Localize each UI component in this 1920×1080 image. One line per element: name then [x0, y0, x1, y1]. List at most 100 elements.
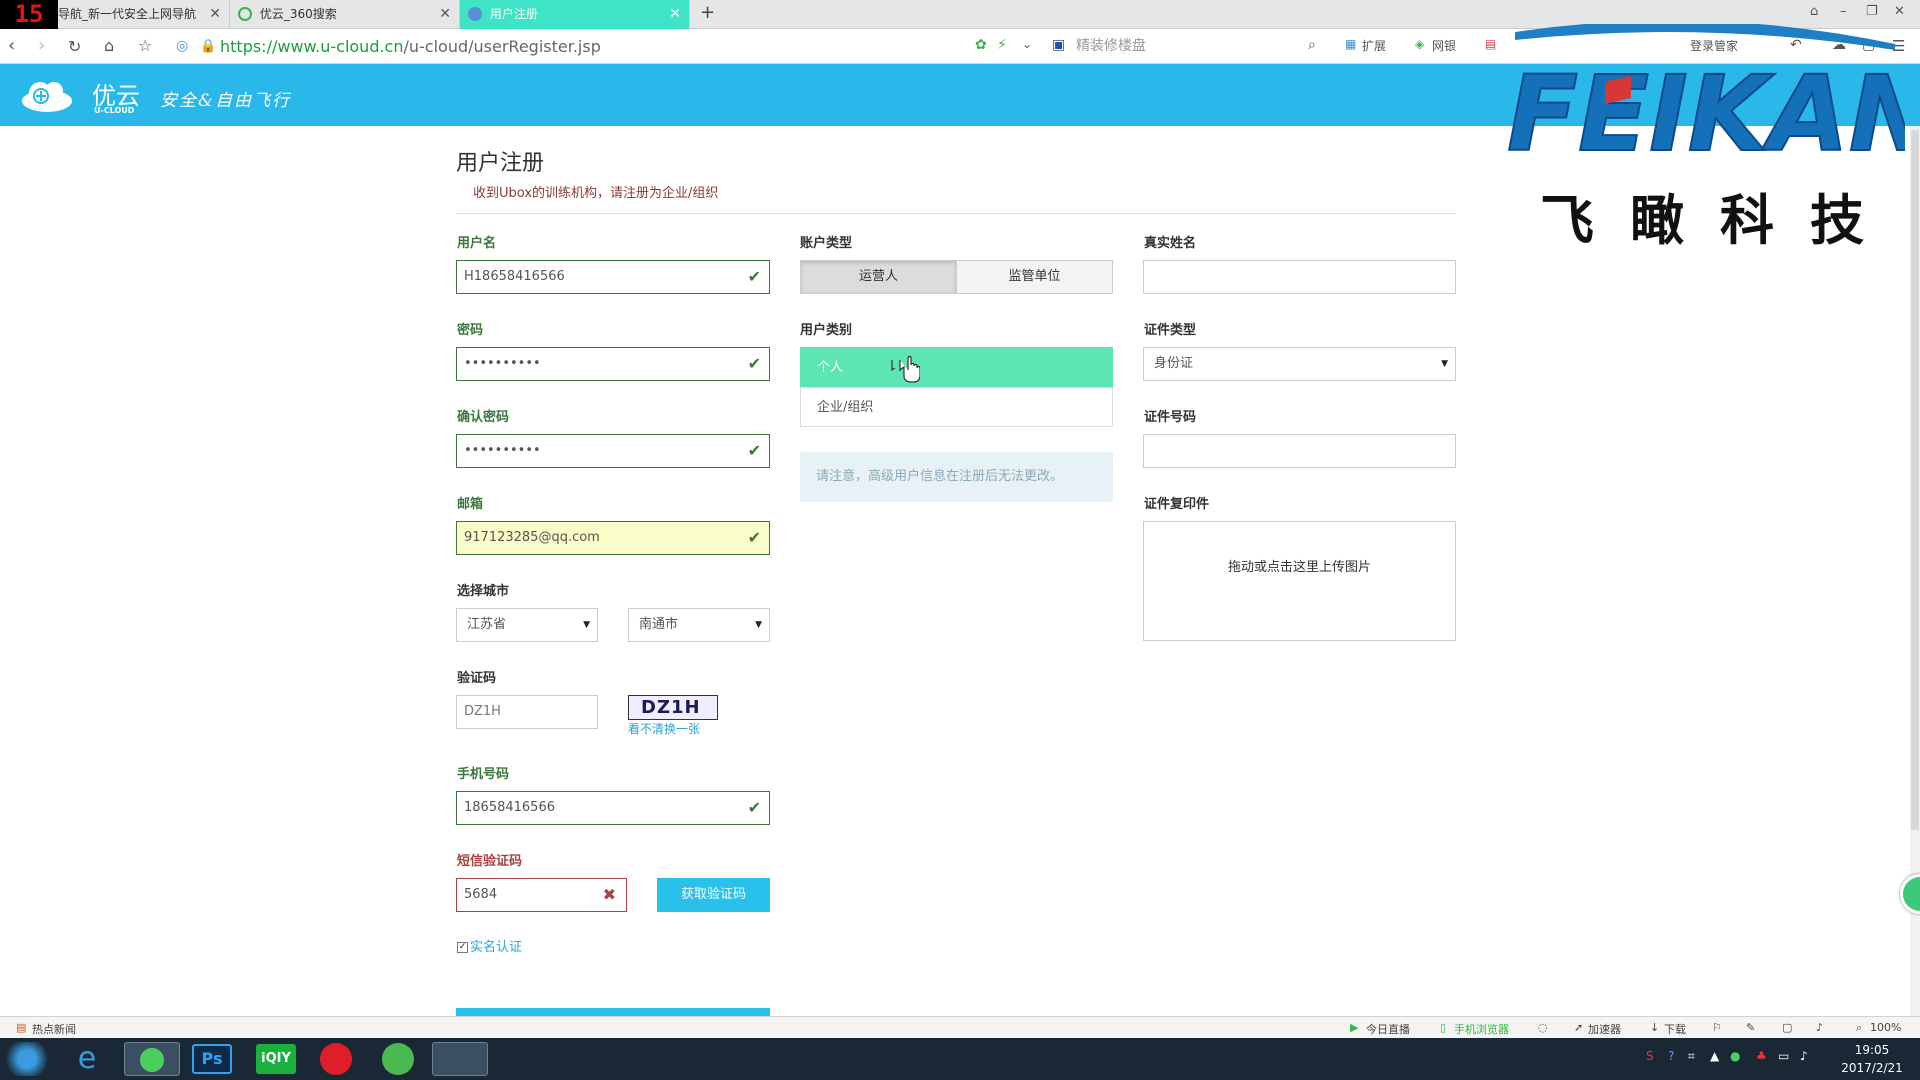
confirm-password-label: 确认密码: [457, 410, 510, 425]
checkbox-checked-icon[interactable]: ✓: [457, 942, 468, 953]
scrollbar-thumb[interactable]: [1911, 130, 1919, 830]
user-category-label: 用户类别: [800, 323, 853, 338]
help-icon[interactable]: ?: [1668, 1049, 1674, 1063]
edit-icon[interactable]: ✎: [1746, 1021, 1755, 1034]
password-input[interactable]: •••••••••• ✔: [456, 347, 770, 381]
real-name-input[interactable]: [1143, 260, 1456, 294]
captcha-image[interactable]: DZ1H: [628, 695, 718, 720]
clock[interactable]: 19:05 2017/2/21: [1832, 1041, 1912, 1077]
extend-icon: ▦: [1345, 37, 1357, 51]
iqiyi-icon[interactable]: iQIY: [256, 1044, 296, 1074]
id-type-label: 证件类型: [1144, 323, 1197, 338]
get-sms-code-button[interactable]: 获取验证码: [657, 878, 770, 912]
download-link[interactable]: 下载: [1664, 1021, 1686, 1037]
city-select[interactable]: 南通市 ▼: [628, 608, 770, 642]
dropdown-arrow-icon: ▼: [755, 620, 762, 630]
id-type-select[interactable]: 身份证 ▼: [1143, 347, 1456, 381]
check-icon: ✔: [747, 798, 761, 817]
tab-user-register[interactable]: 用户注册 ✕: [460, 0, 690, 29]
clean-icon[interactable]: ◌: [1538, 1021, 1548, 1034]
back-icon[interactable]: ‹: [8, 35, 15, 56]
refresh-icon[interactable]: ↻: [68, 37, 81, 56]
security-icon[interactable]: ♣: [1756, 1049, 1767, 1063]
accelerator-link[interactable]: 加速器: [1588, 1021, 1621, 1037]
tab-label: 用户注册: [489, 7, 538, 21]
floating-widget-icon[interactable]: [1900, 874, 1920, 914]
mobile-browser-link[interactable]: 手机浏览器: [1454, 1021, 1509, 1037]
account-type-operator[interactable]: 运营人: [800, 260, 957, 294]
url-field[interactable]: https://www.u-cloud.cn/u-cloud/userRegis…: [220, 37, 601, 56]
new-tab-icon[interactable]: +: [700, 2, 715, 23]
user-category-personal[interactable]: 个人: [800, 347, 1113, 387]
shirt-skin-icon[interactable]: ⌂: [1810, 4, 1818, 19]
feikan-watermark-logo: FEIKAN: [1506, 24, 1905, 164]
close-icon[interactable]: ✕: [669, 0, 681, 29]
info-notice: 请注意，高级用户信息在注册后无法更改。: [800, 452, 1113, 502]
close-icon[interactable]: ✕: [209, 0, 221, 29]
close-icon[interactable]: ✕: [439, 0, 451, 29]
hot-news-link[interactable]: 热点新闻: [32, 1021, 76, 1037]
realname-checkbox[interactable]: ✓ 实名认证: [457, 936, 522, 955]
favorite-star-icon[interactable]: ☆: [138, 36, 152, 55]
dropdown-arrow-icon: ▼: [583, 620, 590, 630]
password-label: 密码: [457, 323, 484, 338]
province-select[interactable]: 江苏省 ▼: [456, 608, 598, 642]
tray-icon[interactable]: ⌗: [1688, 1049, 1695, 1064]
page-favicon-icon: [468, 6, 482, 21]
email-input[interactable]: 917123285@qq.com ✔: [456, 521, 770, 555]
user-category-organization[interactable]: 企业/组织: [800, 387, 1113, 427]
sms-code-input[interactable]: 5684 ✖: [456, 878, 627, 912]
tab-search[interactable]: 优云_360搜索 ✕: [230, 0, 460, 29]
username-input[interactable]: H18658416566 ✔: [456, 260, 770, 294]
photoshop-icon[interactable]: Ps: [192, 1044, 232, 1074]
city-value: 南通市: [639, 617, 679, 632]
360-guard-icon[interactable]: ●: [1730, 1049, 1740, 1063]
window-icon[interactable]: ▢: [1782, 1021, 1792, 1034]
phone-input[interactable]: 18658416566 ✔: [456, 791, 770, 825]
search-icon[interactable]: ⌕: [1308, 37, 1316, 53]
taskbar: e Ps iQIY S ? ⌗ ▲ ● ♣ ▭ ♪ 19:05 2017/2/2…: [0, 1038, 1920, 1080]
flag-icon[interactable]: ⚐: [1712, 1021, 1722, 1034]
extend-button[interactable]: 扩展: [1362, 37, 1386, 54]
registration-notice: 收到Ubox的训练机构，请注册为企业/组织: [473, 186, 719, 201]
captcha-refresh-link[interactable]: 看不清换一张: [628, 720, 700, 737]
sms-code-label: 短信验证码: [457, 854, 523, 869]
tab-navigation[interactable]: 导航_新一代安全上网导航 ✕: [58, 0, 230, 29]
lock-icon: 🔒: [200, 39, 217, 54]
home-icon[interactable]: ⌂: [104, 36, 114, 55]
captcha-label: 验证码: [457, 671, 497, 686]
submit-button[interactable]: [456, 1008, 770, 1016]
id-number-input[interactable]: [1143, 434, 1456, 468]
confirm-password-value: ••••••••••: [464, 443, 541, 458]
netbank-button[interactable]: 网银: [1432, 37, 1456, 54]
forward-icon[interactable]: ›: [38, 35, 45, 56]
volume-icon[interactable]: ♪: [1816, 1021, 1823, 1034]
captcha-input[interactable]: DZ1H: [456, 695, 598, 729]
dropdown-chevron-icon[interactable]: ⌄: [1022, 37, 1032, 51]
ie-icon[interactable]: e: [64, 1042, 110, 1076]
speaker-icon[interactable]: ♪: [1800, 1049, 1808, 1063]
accelerate-icon[interactable]: ✿: [975, 37, 987, 53]
account-type-regulator[interactable]: 监管单位: [956, 260, 1113, 294]
window-app-icon[interactable]: [432, 1042, 488, 1076]
confirm-password-input[interactable]: •••••••••• ✔: [456, 434, 770, 468]
netease-music-icon[interactable]: [320, 1043, 352, 1075]
today-live-link[interactable]: 今日直播: [1366, 1021, 1410, 1037]
sms-code-value: 5684: [464, 887, 498, 902]
app-leaf-icon[interactable]: [382, 1043, 414, 1075]
close-window-icon[interactable]: ✕: [1894, 4, 1905, 19]
sogou-icon[interactable]: S: [1646, 1049, 1654, 1063]
network-icon[interactable]: ▭: [1778, 1049, 1789, 1063]
tab-label: 优云_360搜索: [259, 7, 337, 21]
360-browser-icon[interactable]: [124, 1042, 180, 1076]
minimize-icon[interactable]: –: [1840, 4, 1847, 19]
real-name-label: 真实姓名: [1144, 236, 1197, 251]
zoom-icon: ⌕: [1856, 1021, 1863, 1034]
lightning-icon[interactable]: ⚡: [997, 37, 1007, 53]
show-hidden-icon[interactable]: ▲: [1710, 1049, 1719, 1063]
pdf-icon[interactable]: ▤: [1485, 37, 1496, 51]
restore-icon[interactable]: ❐: [1866, 4, 1878, 19]
start-windows-icon[interactable]: [2, 1042, 52, 1076]
zoom-level[interactable]: 100%: [1870, 1021, 1901, 1034]
upload-dropzone[interactable]: 拖动或点击这里上传图片: [1143, 521, 1456, 641]
